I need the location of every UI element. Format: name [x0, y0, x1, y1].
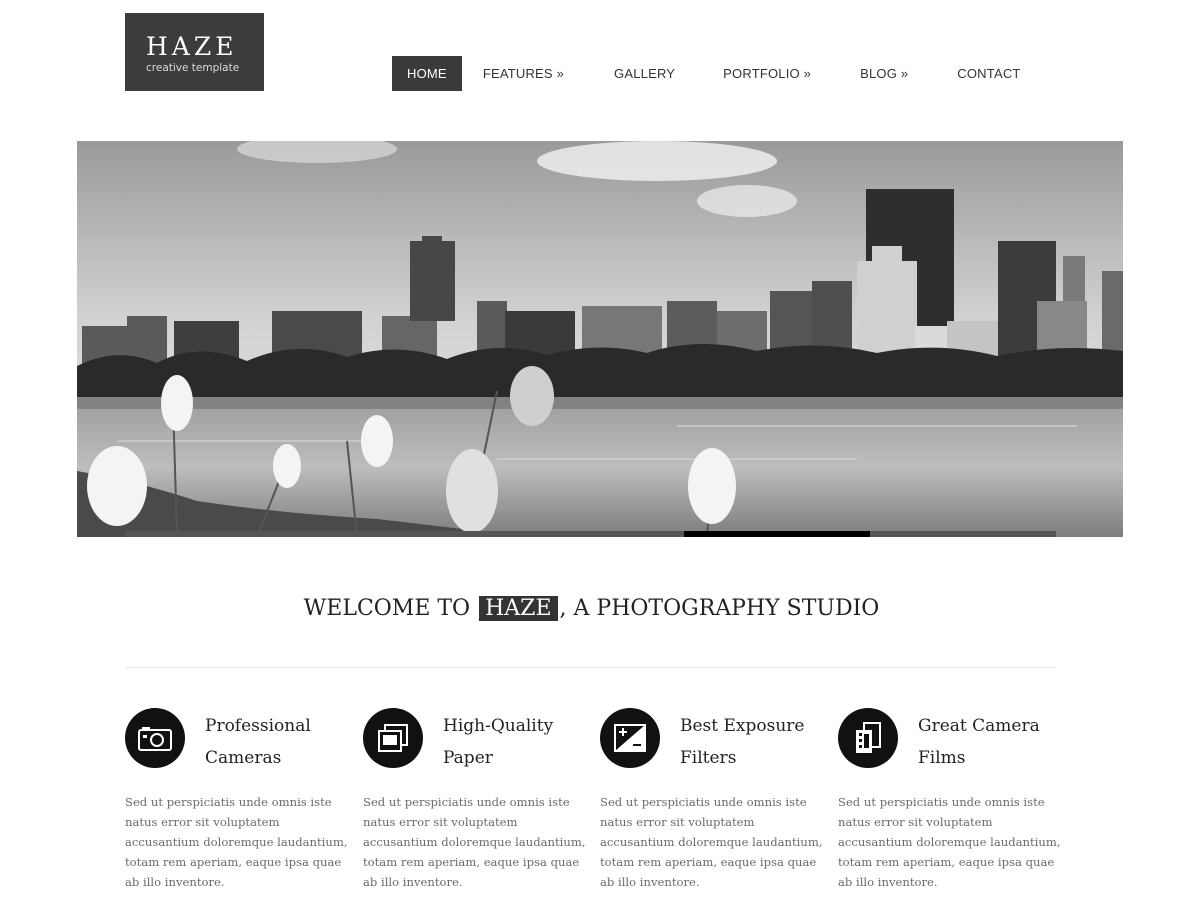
feature-text: Sed ut perspiciatis unde omnis iste natu…: [125, 795, 348, 889]
welcome-suffix: , A PHOTOGRAPHY STUDIO: [559, 596, 880, 621]
feature-title: Professional Cameras: [205, 716, 311, 768]
photos-icon: [363, 708, 423, 768]
main-nav: HOME FEATURES » GALLERY PORTFOLIO » BLOG…: [392, 56, 1036, 91]
nav-features[interactable]: FEATURES »: [468, 56, 579, 91]
section-divider: [125, 667, 1056, 668]
feature-text: Sed ut perspiciatis unde omnis iste natu…: [363, 795, 586, 889]
feature-title: Best Exposure Filters: [680, 716, 805, 768]
slider-progress-bar[interactable]: [125, 531, 1056, 537]
feature-title: High-Quality Paper: [443, 716, 554, 768]
nav-home[interactable]: HOME: [392, 56, 462, 91]
logo-tagline: creative template: [146, 62, 240, 74]
welcome-highlight: HAZE: [479, 596, 558, 621]
camera-icon: [125, 708, 185, 768]
nav-gallery[interactable]: GALLERY: [599, 56, 690, 91]
feature-text: Sed ut perspiciatis unde omnis iste natu…: [600, 795, 823, 889]
hero-slider-image: [77, 141, 1123, 537]
feature-title: Great Camera Films: [918, 716, 1040, 768]
film-icon: [838, 708, 898, 768]
nav-contact[interactable]: CONTACT: [942, 56, 1035, 91]
feature-text: Sed ut perspiciatis unde omnis iste natu…: [838, 795, 1061, 889]
nav-portfolio[interactable]: PORTFOLIO »: [708, 56, 826, 91]
slider-active-segment: [684, 531, 870, 537]
exposure-icon: [600, 708, 660, 768]
welcome-prefix: WELCOME TO: [303, 596, 471, 621]
site-logo[interactable]: HAZE creative template: [125, 13, 264, 91]
welcome-heading: WELCOME TO HAZE, A PHOTOGRAPHY STUDIO: [0, 596, 1183, 621]
city-skyline-lake-photo: [77, 141, 1123, 537]
nav-blog[interactable]: BLOG »: [845, 56, 923, 91]
logo-name: HAZE: [146, 32, 238, 61]
